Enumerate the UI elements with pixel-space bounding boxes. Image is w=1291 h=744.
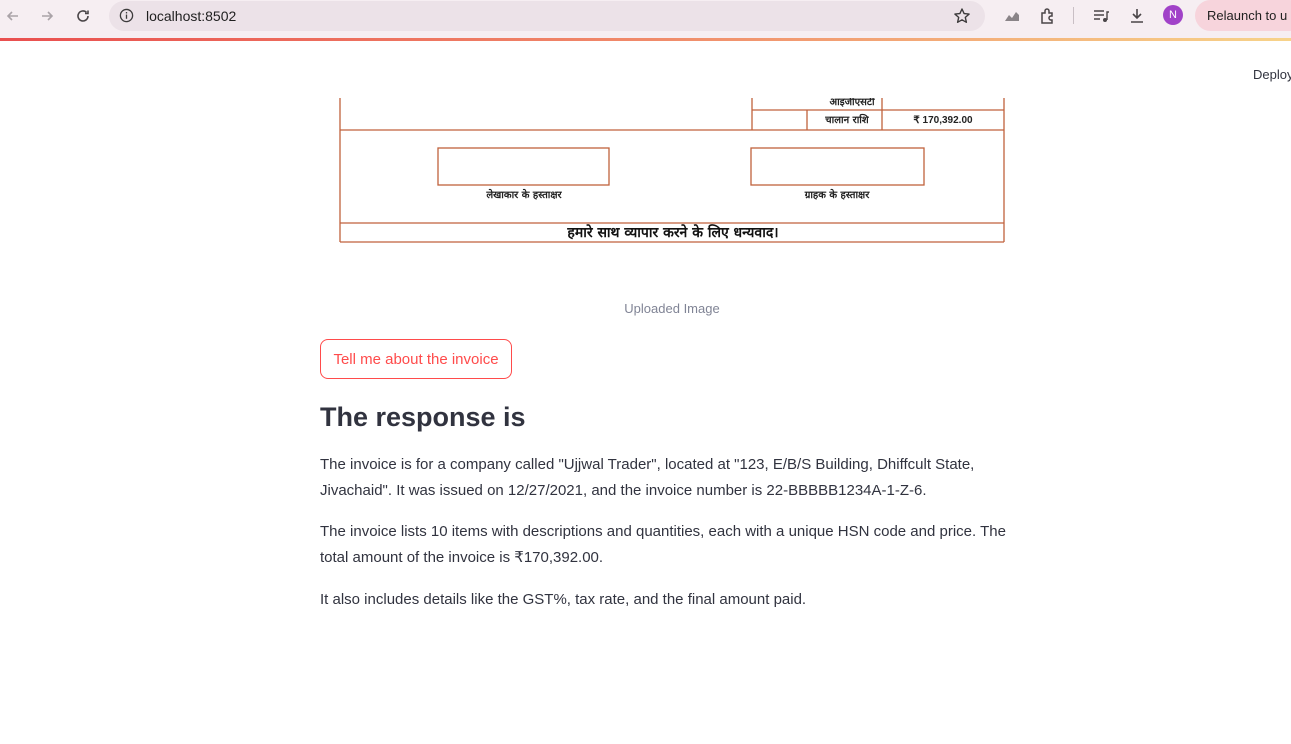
image-caption: Uploaded Image <box>624 301 720 316</box>
extensions-icon[interactable] <box>1037 5 1059 27</box>
toolbar-divider <box>1073 7 1074 24</box>
performance-icon[interactable] <box>1001 5 1023 27</box>
invoice-amount-label: चालान राशि <box>824 113 870 126</box>
browser-toolbar: localhost:8502 N Relaunch to u <box>0 0 1291 39</box>
download-icon[interactable] <box>1126 5 1148 27</box>
address-bar[interactable]: localhost:8502 <box>109 1 985 31</box>
profile-avatar[interactable]: N <box>1163 5 1183 25</box>
forward-arrow-icon[interactable] <box>36 5 58 27</box>
url-text: localhost:8502 <box>146 8 237 24</box>
accountant-signature-label: लेखाकार के हस्ताक्षर <box>485 188 562 201</box>
relaunch-button[interactable]: Relaunch to u <box>1195 0 1291 31</box>
invoice-igst-label: आइजीएसटी <box>829 98 874 108</box>
response-heading: The response is <box>320 402 526 432</box>
deploy-button[interactable]: Deploy <box>1253 67 1291 82</box>
site-info-icon[interactable] <box>119 8 134 23</box>
loading-gradient-bar <box>0 38 1291 41</box>
invoice-thank-you: हमारे साथ व्यापार करने के लिए धन्यवाद। <box>566 224 778 241</box>
bookmark-star-icon[interactable] <box>953 7 971 25</box>
response-paragraph: The invoice is for a company called "Ujj… <box>320 456 975 499</box>
back-arrow-icon[interactable] <box>2 5 24 27</box>
media-controls-icon[interactable] <box>1090 5 1112 27</box>
response-paragraph: It also includes details like the GST%, … <box>320 591 807 608</box>
response-paragraph: The invoice lists 10 items with descript… <box>320 523 1006 566</box>
reload-icon[interactable] <box>72 5 94 27</box>
uploaded-invoice-image: आइजीएसटी चालान राशि ₹ 170,392.00 लेखाकार… <box>339 98 1005 243</box>
customer-signature-label: ग्राहक के हस्ताक्षर <box>804 188 871 201</box>
invoice-amount-value: ₹ 170,392.00 <box>913 115 973 126</box>
tell-me-about-invoice-button[interactable]: Tell me about the invoice <box>320 339 512 379</box>
